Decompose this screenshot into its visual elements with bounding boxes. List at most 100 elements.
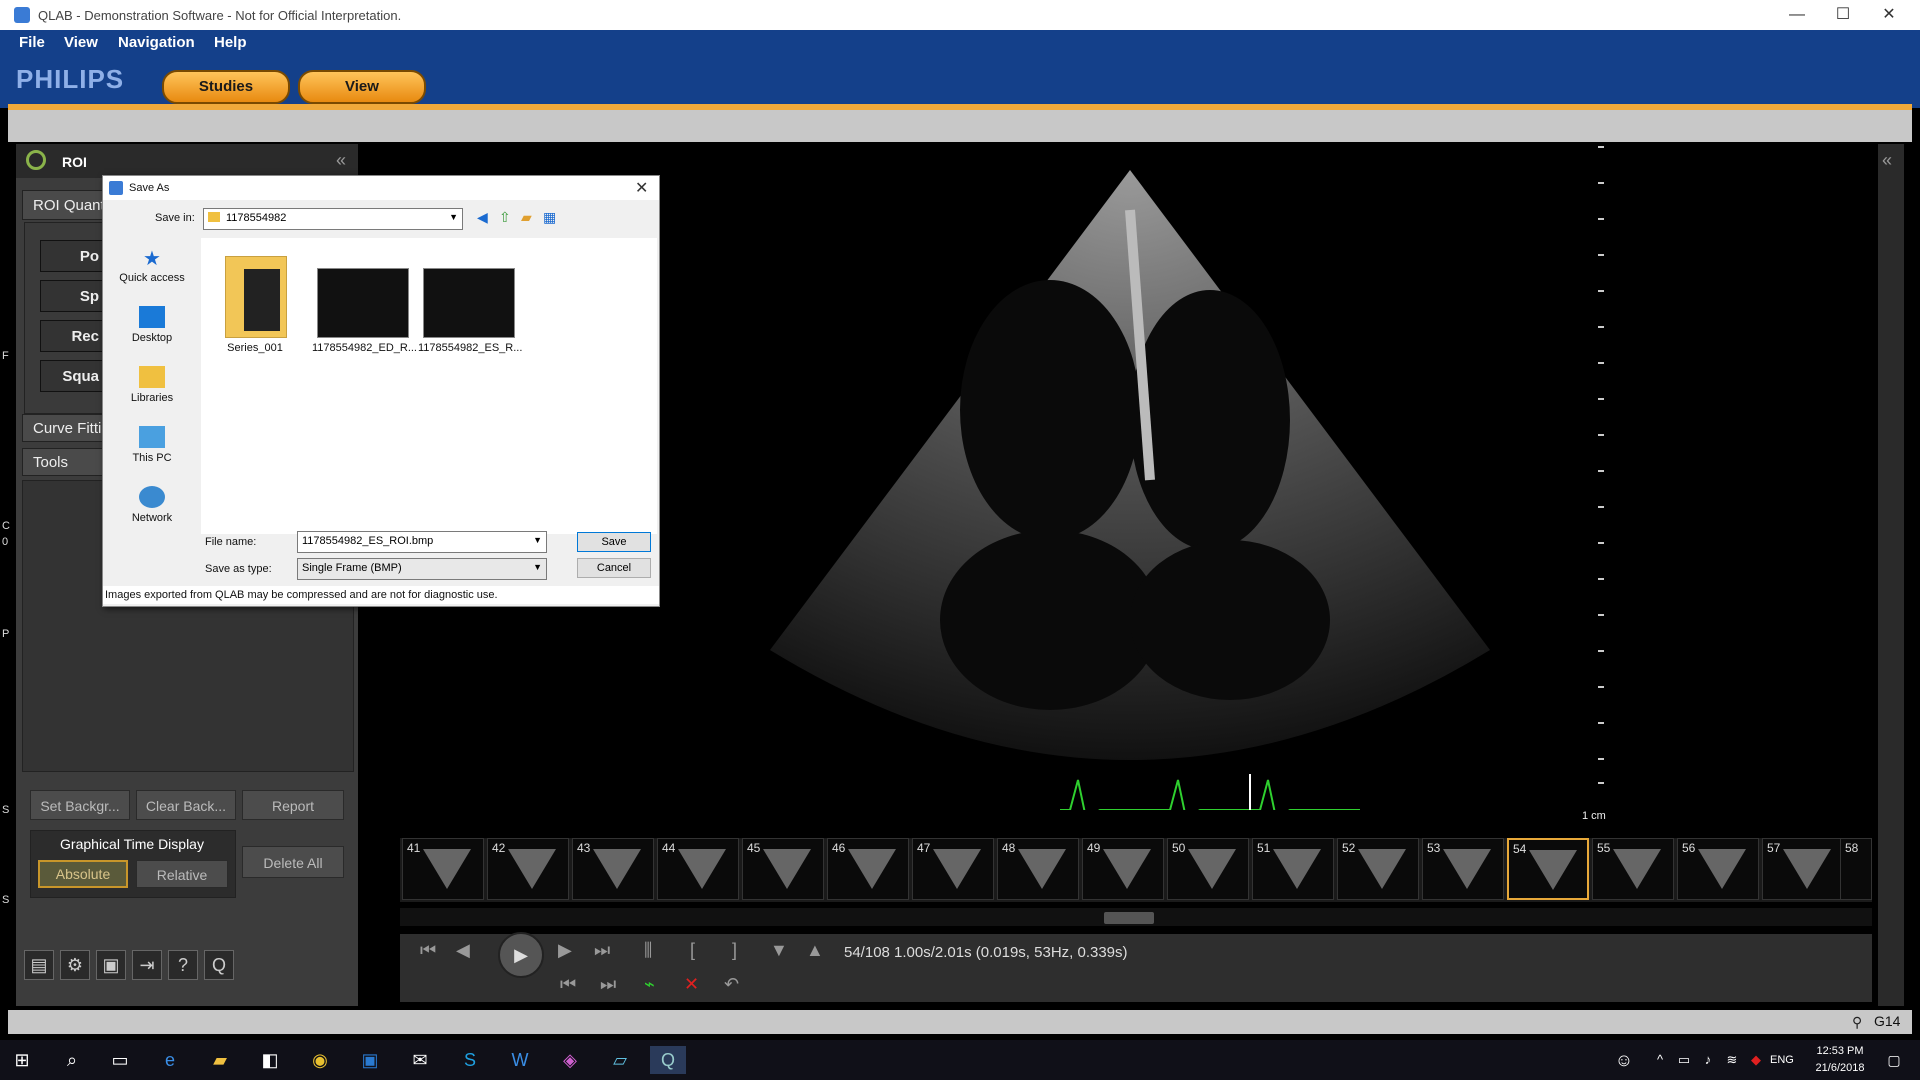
file-series-001[interactable]: Series_001 bbox=[205, 342, 305, 354]
view-menu-icon[interactable]: ▦ bbox=[543, 209, 556, 226]
maximize-button[interactable]: ☐ bbox=[1820, 0, 1866, 30]
nav-quick-access[interactable]: ★ Quick access bbox=[103, 246, 201, 284]
frame-thumb[interactable]: 48 bbox=[997, 838, 1079, 900]
mail-icon[interactable]: ✉ bbox=[406, 1046, 434, 1074]
nav-libraries[interactable]: Libraries bbox=[103, 366, 201, 404]
menu-help[interactable]: Help bbox=[214, 34, 247, 51]
frame-thumb[interactable]: 53 bbox=[1422, 838, 1504, 900]
frame-thumb[interactable]: 50 bbox=[1167, 838, 1249, 900]
back-icon[interactable]: ◀ bbox=[477, 209, 488, 226]
frame-thumb[interactable]: 44 bbox=[657, 838, 739, 900]
play-button[interactable]: ▶ bbox=[498, 932, 544, 978]
menu-view[interactable]: View bbox=[64, 34, 98, 51]
frame-thumb[interactable]: 57 bbox=[1762, 838, 1844, 900]
file-ed-roi[interactable]: 1178554982_ED_R... bbox=[312, 342, 417, 354]
absolute-toggle[interactable]: Absolute bbox=[38, 860, 128, 888]
right-collapse-bar[interactable] bbox=[1878, 144, 1904, 1006]
language-indicator[interactable]: ENG bbox=[1770, 1054, 1794, 1066]
edge-browser-icon[interactable]: e bbox=[156, 1046, 184, 1074]
frame-thumb[interactable]: 46 bbox=[827, 838, 909, 900]
frame-thumb[interactable]: 42 bbox=[487, 838, 569, 900]
file-name-input[interactable]: 1178554982_ES_ROI.bmp ▼ bbox=[297, 531, 547, 553]
mark-end-icon[interactable]: ] bbox=[732, 940, 737, 961]
frame-thumb[interactable]: 58 bbox=[1840, 838, 1872, 900]
report-button[interactable]: Report bbox=[242, 790, 344, 820]
prev-frame-icon[interactable]: ◀ bbox=[456, 940, 470, 961]
clock-date[interactable]: 21/6/2018 bbox=[1810, 1062, 1870, 1074]
dialog-close-icon[interactable]: ✕ bbox=[635, 178, 648, 198]
nav-desktop[interactable]: Desktop bbox=[103, 306, 201, 344]
relative-toggle[interactable]: Relative bbox=[136, 860, 228, 888]
frame-thumb[interactable]: 56 bbox=[1677, 838, 1759, 900]
delete-x-icon[interactable]: ✕ bbox=[684, 974, 699, 995]
menu-file[interactable]: File bbox=[19, 34, 45, 51]
save-icon[interactable]: ▣ bbox=[96, 950, 126, 980]
last-frame-icon[interactable]: ⏭ bbox=[594, 940, 610, 961]
frame-thumb[interactable]: 43 bbox=[572, 838, 654, 900]
chrome-icon[interactable]: ◉ bbox=[306, 1046, 334, 1074]
clear-background-button[interactable]: Clear Back... bbox=[136, 790, 236, 820]
notes-icon[interactable]: ▱ bbox=[606, 1046, 634, 1074]
close-window-button[interactable]: ✕ bbox=[1866, 0, 1912, 30]
paint-icon[interactable]: ◈ bbox=[556, 1046, 584, 1074]
clock-time[interactable]: 12:53 PM bbox=[1810, 1045, 1870, 1057]
roi-button-square[interactable]: Squa bbox=[40, 360, 104, 392]
step-forward-icon[interactable]: ⏭ bbox=[600, 974, 616, 995]
file-es-roi[interactable]: 1178554982_ES_R... bbox=[418, 342, 522, 354]
search-icon[interactable]: ⌕ bbox=[58, 1046, 86, 1074]
save-type-select[interactable]: Single Frame (BMP) ▼ bbox=[297, 558, 547, 580]
cancel-button[interactable]: Cancel bbox=[577, 558, 651, 578]
folder-thumb-icon[interactable] bbox=[225, 256, 287, 338]
section-tools[interactable]: Tools bbox=[22, 448, 106, 476]
up-arrow-icon[interactable]: ▲ bbox=[806, 940, 824, 961]
frame-thumb[interactable]: 55 bbox=[1592, 838, 1674, 900]
layout-icon[interactable]: ▤ bbox=[24, 950, 54, 980]
skype-icon[interactable]: S bbox=[456, 1046, 484, 1074]
nav-network[interactable]: Network bbox=[103, 486, 201, 524]
frame-thumb[interactable]: 49 bbox=[1082, 838, 1164, 900]
new-folder-icon[interactable]: ▰ bbox=[521, 209, 532, 226]
split-icon[interactable]: ⫼ bbox=[644, 940, 652, 961]
collapse-panel-icon[interactable]: « bbox=[336, 150, 346, 171]
notifications-icon[interactable]: ▢ bbox=[1880, 1046, 1908, 1074]
save-in-dropdown[interactable]: 1178554982 ▼ bbox=[203, 208, 463, 230]
roi-button-rectangle[interactable]: Rec bbox=[40, 320, 104, 352]
frame-thumb[interactable]: 45 bbox=[742, 838, 824, 900]
ecg-icon[interactable]: ⌁ bbox=[644, 974, 655, 995]
frame-thumb[interactable]: 47 bbox=[912, 838, 994, 900]
qlab-taskbar-icon[interactable]: Q bbox=[650, 1046, 686, 1074]
down-arrow-icon[interactable]: ▼ bbox=[770, 940, 788, 961]
qlab-q-icon[interactable]: Q bbox=[204, 950, 234, 980]
first-frame-icon[interactable]: ⏮ bbox=[420, 940, 436, 961]
mark-start-icon[interactable]: [ bbox=[690, 940, 695, 961]
next-frame-icon[interactable]: ▶ bbox=[558, 940, 572, 961]
minimize-button[interactable]: — bbox=[1774, 0, 1820, 30]
people-icon[interactable]: ☺ bbox=[1610, 1046, 1638, 1074]
settings-gear-icon[interactable]: ⚙ bbox=[60, 950, 90, 980]
menu-navigation[interactable]: Navigation bbox=[118, 34, 195, 51]
start-icon[interactable]: ⊞ bbox=[8, 1046, 36, 1074]
image-thumb-ed[interactable] bbox=[317, 268, 409, 338]
undo-icon[interactable]: ↶ bbox=[724, 974, 739, 995]
save-button[interactable]: Save bbox=[577, 532, 651, 552]
set-background-button[interactable]: Set Backgr... bbox=[30, 790, 130, 820]
roi-button-point[interactable]: Po bbox=[40, 240, 104, 272]
antivirus-icon[interactable]: ◆ bbox=[1742, 1046, 1770, 1074]
image-thumb-es[interactable] bbox=[423, 268, 515, 338]
frame-thumb[interactable]: 52 bbox=[1337, 838, 1419, 900]
frame-scroll-thumb[interactable] bbox=[1104, 912, 1154, 924]
file-explorer-icon[interactable]: ▰ bbox=[206, 1046, 234, 1074]
help-icon[interactable]: ? bbox=[168, 950, 198, 980]
delete-all-button[interactable]: Delete All bbox=[242, 846, 344, 878]
roi-button-spline[interactable]: Sp bbox=[40, 280, 104, 312]
export-icon[interactable]: ⇥ bbox=[132, 950, 162, 980]
frame-thumb[interactable]: 41 bbox=[402, 838, 484, 900]
tab-view[interactable]: View bbox=[298, 70, 426, 104]
step-back-icon[interactable]: ⏮ bbox=[560, 974, 576, 995]
word-icon[interactable]: W bbox=[506, 1046, 534, 1074]
up-folder-icon[interactable]: ⇧ bbox=[499, 209, 511, 226]
app-icon[interactable]: ▣ bbox=[356, 1046, 384, 1074]
frame-thumb[interactable]: 51 bbox=[1252, 838, 1334, 900]
nav-this-pc[interactable]: This PC bbox=[103, 426, 201, 464]
store-icon[interactable]: ◧ bbox=[256, 1046, 284, 1074]
